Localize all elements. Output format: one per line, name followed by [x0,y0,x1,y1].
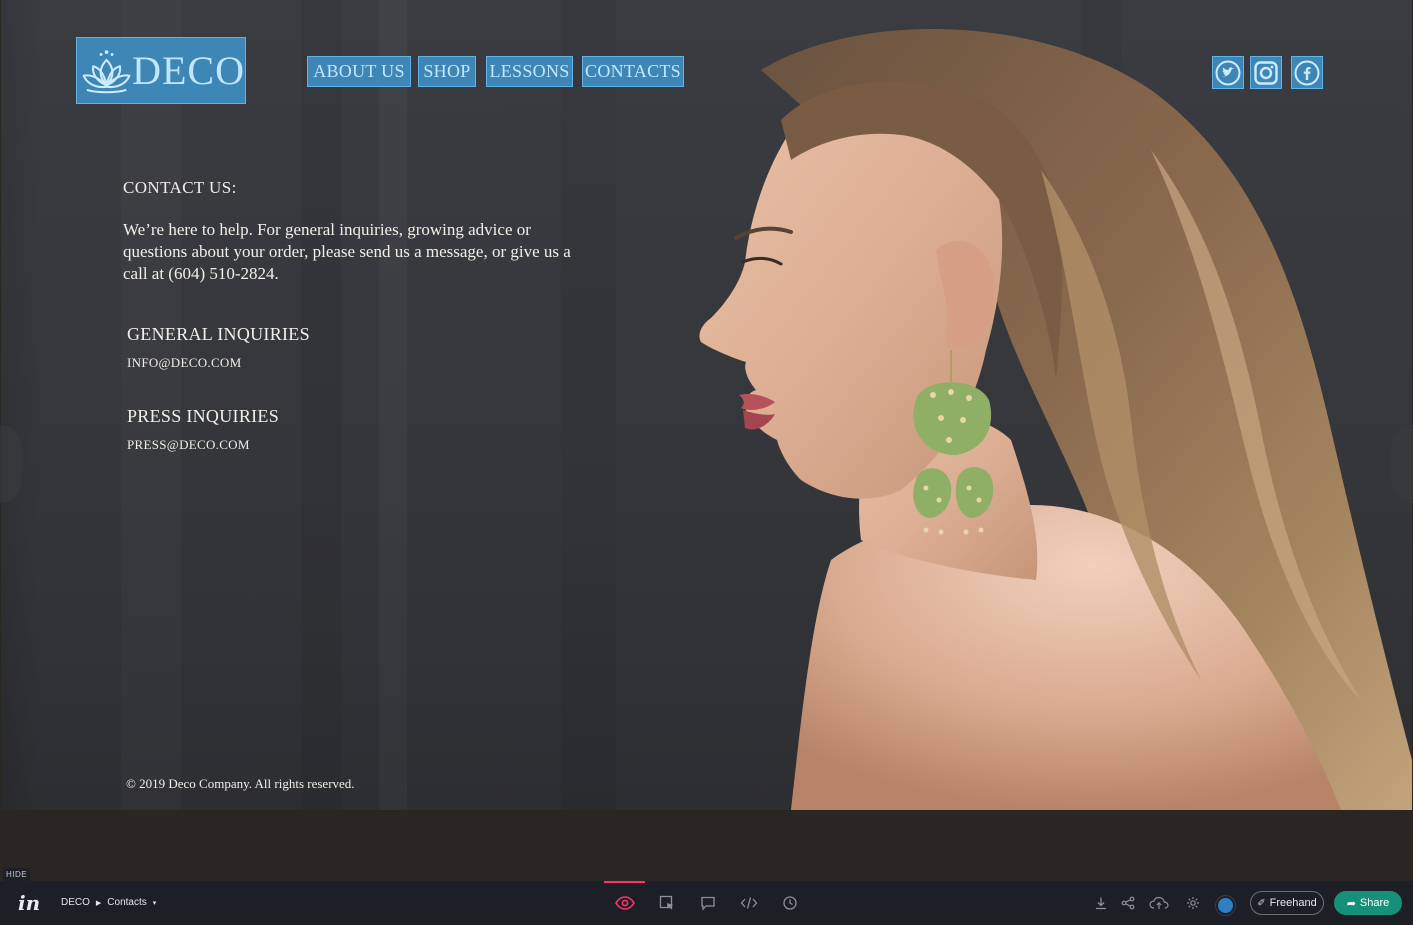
nav-contacts[interactable]: CONTACTS [582,56,684,87]
active-mode-indicator [604,881,645,883]
preview-mode-button[interactable] [615,893,635,913]
nav-lessons[interactable]: LESSONS [486,56,573,87]
share-label: Share [1359,897,1390,909]
share-arrow-icon: ➦ [1346,897,1356,910]
twitter-button[interactable] [1212,56,1244,89]
hero-section: DECO ABOUT US SHOP LESSONS CONTACTS CONT… [1,0,1412,810]
press-inquiries-title: PRESS INQUIRIES [127,406,280,426]
hide-toolbar-button[interactable]: HIDE [3,868,31,881]
history-mode-button[interactable] [780,893,800,913]
facebook-icon [1294,60,1320,85]
general-inquiries-title: GENERAL INQUIRIES [127,324,310,344]
download-button[interactable] [1091,893,1111,913]
canvas-background [0,810,1413,881]
share-button[interactable]: ➦ Share [1334,891,1402,915]
viewer-toolbar: in DECO ▶ Contacts ▾ ✐ Freehand ➦ Share [0,881,1413,925]
hotspot-icon [659,895,674,910]
sync-button[interactable] [1149,893,1169,913]
copyright-text: © 2019 Deco Company. All rights reserved… [126,776,355,791]
pen-icon: ✐ [1257,897,1266,909]
comment-mode-button[interactable] [698,893,718,913]
lotus-icon [82,49,131,93]
cloud-upload-icon [1149,896,1169,909]
gear-icon [1187,897,1199,909]
breadcrumb-screen[interactable]: Contacts [107,897,146,908]
contact-description: We’re here to help. For general inquirie… [123,220,571,283]
chevron-right-icon: ▶ [95,899,102,907]
nav-about-us[interactable]: ABOUT US [307,56,411,87]
facebook-button[interactable] [1291,56,1323,89]
logo[interactable]: DECO [76,37,246,104]
breadcrumb[interactable]: DECO ▶ Contacts ▾ [61,897,156,908]
share-nodes-icon [1121,896,1135,910]
breadcrumb-project[interactable]: DECO [61,897,90,908]
freehand-button[interactable]: ✐ Freehand [1250,891,1324,915]
prev-screen-arrow[interactable] [0,425,22,503]
twitter-icon [1215,60,1241,85]
code-icon [740,897,758,909]
download-icon [1096,897,1106,910]
invision-logo[interactable]: in [18,891,40,915]
clock-icon [783,896,797,910]
inspect-mode-button[interactable] [739,893,759,913]
prototype-viewer: DECO ABOUT US SHOP LESSONS CONTACTS CONT… [0,0,1413,925]
instagram-button[interactable] [1250,56,1282,89]
nav-shop[interactable]: SHOP [418,56,476,87]
chevron-down-icon: ▾ [152,899,157,907]
eye-icon [615,896,635,910]
comment-icon [701,896,715,911]
logo-text: DECO [132,47,245,93]
model-portrait-image [699,28,1412,810]
user-avatar[interactable] [1216,896,1235,915]
general-inquiries-email[interactable]: INFO@DECO.COM [127,355,241,371]
settings-button[interactable] [1183,893,1203,913]
contact-heading: CONTACT US: [123,178,237,197]
next-screen-arrow[interactable] [1391,425,1413,503]
freehand-label: Freehand [1269,897,1317,909]
instagram-icon [1254,60,1278,85]
share-link-button[interactable] [1118,893,1138,913]
build-mode-button[interactable] [657,893,677,913]
press-inquiries-email[interactable]: PRESS@DECO.COM [127,437,250,453]
